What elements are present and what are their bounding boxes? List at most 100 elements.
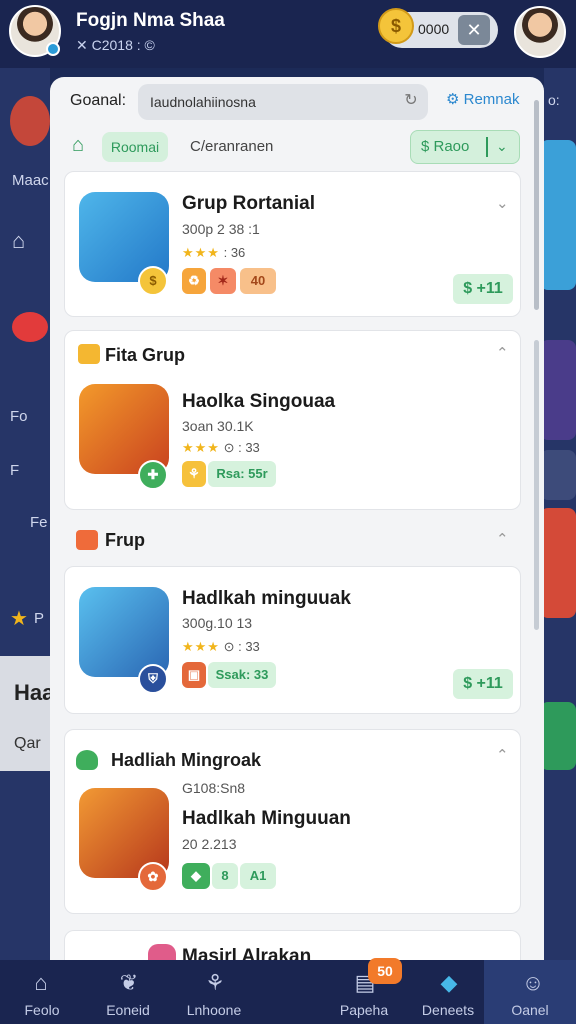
cloud-icon bbox=[76, 750, 98, 770]
nav-item-profile[interactable]: ☺ Oanel bbox=[484, 960, 576, 1024]
card-title: Masirl Alrakan bbox=[182, 946, 312, 960]
remove-button[interactable]: ⚙ Remnak bbox=[446, 90, 519, 108]
background-thumbnail bbox=[540, 450, 576, 500]
nav-label: Eoneid bbox=[106, 1002, 150, 1018]
coin-icon: $ bbox=[378, 8, 414, 44]
coin-badge-icon: $ bbox=[138, 266, 168, 296]
background-thumbnail bbox=[540, 140, 576, 290]
games-icon: ❦ bbox=[119, 970, 139, 995]
coin-amount: 0000 bbox=[418, 21, 450, 37]
background-sheet-subtitle: Qar bbox=[14, 735, 41, 752]
tag-badge: ♻ bbox=[182, 268, 206, 294]
nav-label: Lnhoone bbox=[186, 1002, 242, 1018]
dropdown-label: $ Raoo bbox=[421, 138, 470, 155]
card-subtitle: 20 2.213 bbox=[182, 836, 237, 852]
background-label: P bbox=[34, 610, 45, 627]
user-name: Fogjn Nma Shaa bbox=[76, 10, 225, 31]
rating-text: ⊙ : 33 bbox=[223, 440, 260, 455]
card-title: Hadlkah Minguuan bbox=[182, 808, 351, 829]
nav-item-diamonds[interactable]: ◆ Deneets bbox=[400, 960, 496, 1024]
card-rating: ★★★ ⊙ : 33 bbox=[182, 440, 260, 456]
filter-chip[interactable]: C/eranranen bbox=[190, 138, 273, 155]
star-icon: ★ bbox=[10, 608, 28, 630]
tag-badge: ▣ bbox=[182, 662, 206, 688]
background-label: Fo bbox=[10, 408, 28, 425]
profile-icon: ☺ bbox=[521, 970, 545, 995]
home-icon[interactable]: ⌂ bbox=[72, 134, 96, 158]
background-thumbnail bbox=[540, 340, 576, 440]
scrollbar-track[interactable] bbox=[534, 340, 539, 630]
shield-badge-icon: ⛨ bbox=[138, 664, 168, 694]
background-badge-icon bbox=[12, 312, 48, 342]
rating-stars: ★★★ bbox=[182, 440, 220, 455]
rating-text: : 36 bbox=[223, 245, 246, 260]
card-title: Hadlkah minguuak bbox=[182, 588, 351, 609]
background-sheet-title: Haa bbox=[14, 680, 55, 705]
puzzle-icon: ⚘ bbox=[205, 970, 225, 995]
tag-badge: ◆ bbox=[182, 863, 210, 889]
background-label: Maac bbox=[12, 172, 49, 189]
remove-label: Remnak bbox=[463, 91, 520, 108]
diamond-icon: ◆ bbox=[440, 970, 458, 995]
nav-label: Oanel bbox=[511, 1002, 549, 1018]
card-title: Grup Rortanial bbox=[182, 193, 316, 214]
nav-label: Feolo bbox=[24, 1002, 60, 1018]
game-badge-icon: ✚ bbox=[138, 460, 168, 490]
tag-badge: 8 bbox=[212, 863, 238, 889]
card-subtitle: 3oan 30.1K bbox=[182, 418, 254, 434]
home-icon: ⌂ bbox=[34, 970, 48, 995]
app-icon bbox=[148, 944, 176, 960]
chevron-up-icon[interactable]: ⌃ bbox=[496, 530, 509, 548]
section-title: Fita Grup bbox=[105, 345, 185, 365]
user-subtitle: ✕ C2018 : © bbox=[76, 37, 155, 53]
tag-badge: Ssak: 33 bbox=[208, 662, 276, 688]
filter-chip-active[interactable]: Roomai bbox=[102, 132, 168, 162]
nav-item-puzzle[interactable]: ⚘ Lnhoone bbox=[166, 960, 262, 1024]
price-button[interactable]: $ +11 bbox=[453, 274, 513, 304]
notification-badge: 50 bbox=[368, 958, 402, 984]
profile-avatar[interactable] bbox=[514, 6, 566, 58]
chevron-down-icon[interactable]: ⌄ bbox=[496, 194, 509, 212]
search-label: Goanal: bbox=[70, 92, 127, 109]
section-title: Frup bbox=[105, 530, 145, 550]
chevron-up-icon[interactable]: ⌃ bbox=[496, 746, 509, 764]
online-status-icon bbox=[46, 42, 60, 56]
nav-label: Papeha bbox=[339, 1002, 389, 1018]
background-label: F bbox=[10, 462, 20, 479]
bag-icon bbox=[76, 530, 98, 550]
background-thumbnail bbox=[540, 702, 576, 770]
search-input[interactable] bbox=[138, 84, 428, 120]
home-icon: ⌂ bbox=[12, 228, 26, 253]
scrollbar[interactable] bbox=[534, 100, 539, 310]
crown-icon bbox=[78, 344, 100, 364]
card-subtitle: G108:Sn8 bbox=[182, 780, 246, 796]
background-app-icon bbox=[10, 96, 50, 146]
tag-badge: A1 bbox=[240, 863, 276, 889]
background-thumbnail bbox=[540, 508, 576, 618]
rating-text: ⊙ : 33 bbox=[223, 639, 260, 654]
chevron-down-icon[interactable]: ⌄ bbox=[496, 138, 508, 155]
card-rating: ★★★ ⊙ : 33 bbox=[182, 639, 260, 655]
tag-badge: ⚘ bbox=[182, 461, 206, 487]
close-button[interactable]: ✕ bbox=[458, 15, 490, 45]
dropdown-divider bbox=[486, 137, 488, 157]
rating-stars: ★★★ bbox=[182, 245, 220, 260]
card-subtitle: 300g.10 13 bbox=[182, 615, 253, 631]
search-icon[interactable]: ↻ bbox=[402, 92, 420, 110]
section-title: Hadliah Mingroak bbox=[111, 750, 262, 770]
tag-badge: 40 bbox=[240, 268, 276, 294]
tag-badge: ✶ bbox=[210, 268, 236, 294]
price-button[interactable]: $ +11 bbox=[453, 669, 513, 699]
nav-label: Deneets bbox=[421, 1002, 475, 1018]
card-rating: ★★★ : 36 bbox=[182, 245, 245, 261]
background-label: Fe bbox=[30, 514, 48, 531]
chevron-up-icon[interactable]: ⌃ bbox=[496, 344, 509, 362]
nav-item-games[interactable]: ❦ Eoneid bbox=[80, 960, 176, 1024]
gear-icon: ⚙ bbox=[446, 91, 464, 108]
rating-stars: ★★★ bbox=[182, 639, 220, 654]
tag-badge: Rsa: 55r bbox=[208, 461, 276, 487]
card-title: Haolka Singouaa bbox=[182, 391, 336, 412]
gift-badge-icon: ✿ bbox=[138, 862, 168, 892]
background-sheet bbox=[0, 656, 50, 771]
card-subtitle: 300p 2 38 :1 bbox=[182, 221, 260, 237]
